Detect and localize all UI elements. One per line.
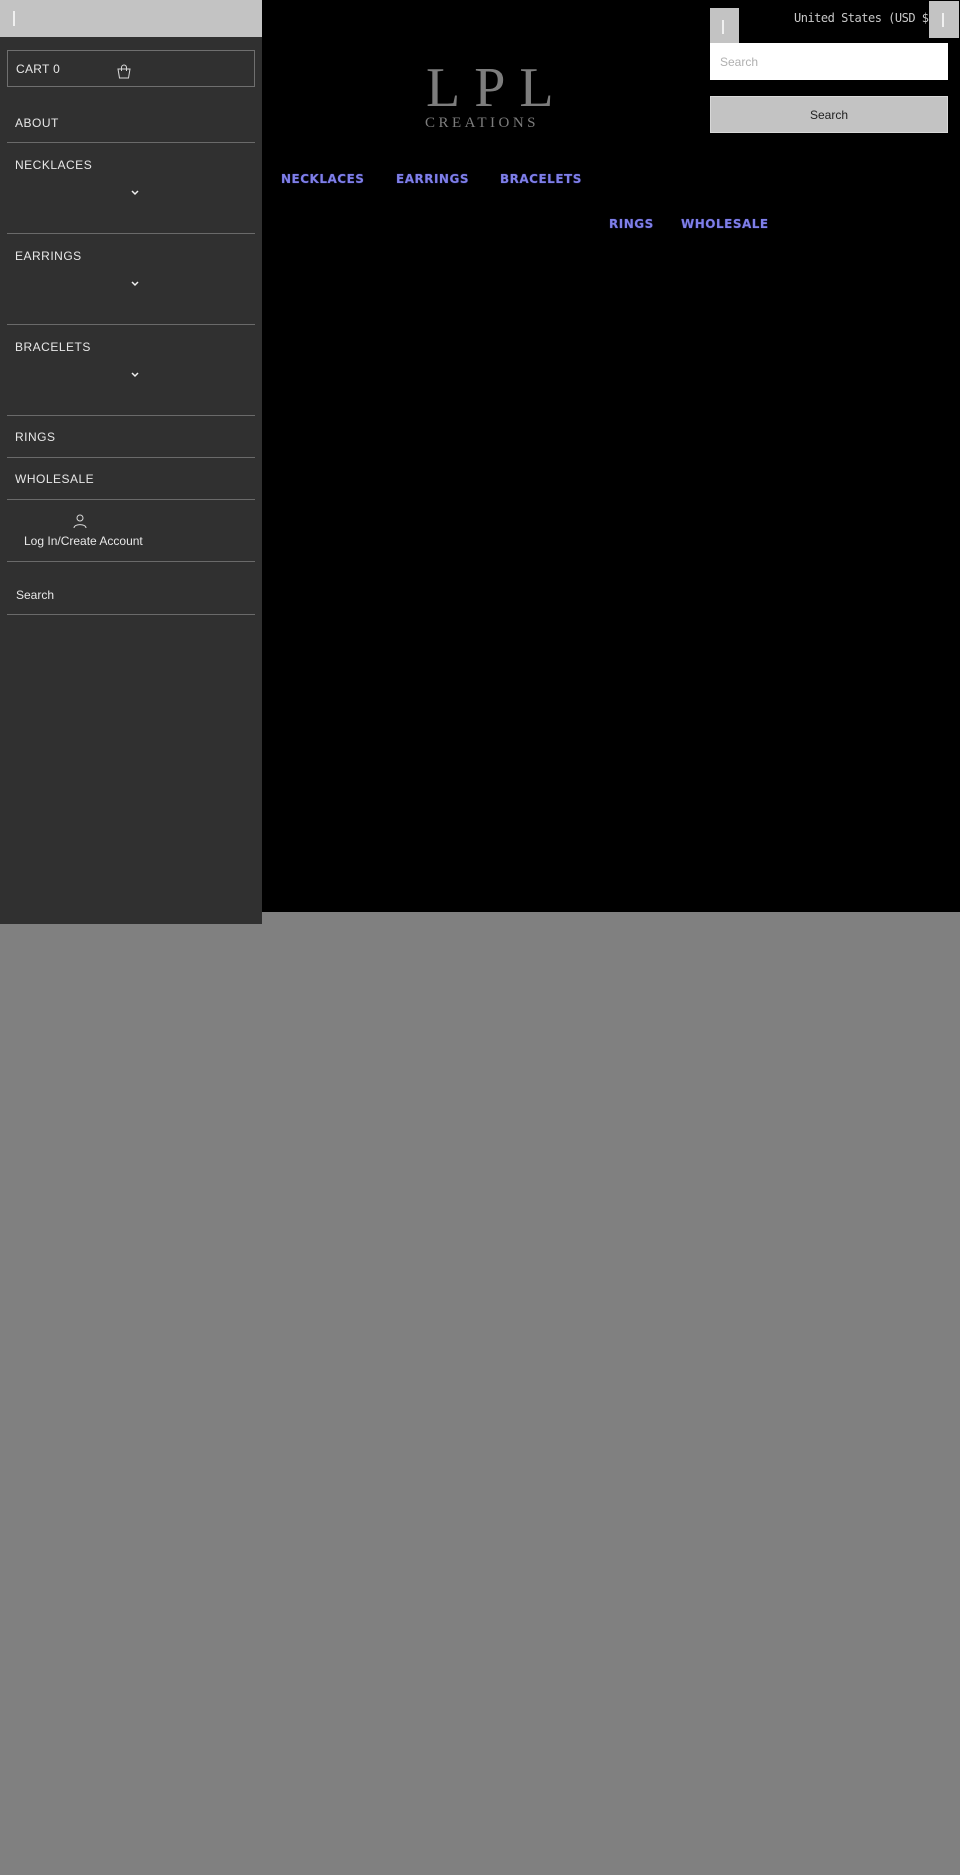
chevron-down-icon[interactable] [130, 371, 140, 379]
sidebar-drawer: CART 0 ABOUT NECKLACES EARRINGS BRACELET… [0, 0, 262, 924]
sidebar-item-label: NECKLACES [15, 158, 93, 172]
user-icon [73, 514, 87, 529]
sidebar-item-about[interactable]: ABOUT [7, 100, 255, 143]
sidebar-item-label: RINGS [15, 430, 56, 444]
currency-selector[interactable]: United States (USD $) [794, 11, 936, 25]
header-area [262, 0, 960, 912]
logo[interactable]: LPL CREATIONS [418, 57, 568, 135]
nav-link-rings[interactable]: RINGS [609, 217, 654, 231]
chevron-down-icon[interactable] [130, 280, 140, 288]
nav-link-earrings[interactable]: EARRINGS [396, 172, 469, 186]
login-label: Log In/Create Account [24, 534, 143, 548]
sidebar-item-label: EARRINGS [15, 249, 82, 263]
sidebar-item-necklaces[interactable]: NECKLACES [7, 143, 255, 234]
logo-sub-text: CREATIONS [424, 115, 539, 131]
logo-main-text: LPL [426, 57, 568, 119]
chevron-down-icon[interactable] [130, 189, 140, 197]
sidebar-close-bar[interactable] [0, 0, 262, 37]
sidebar-item-wholesale[interactable]: WHOLESALE [7, 458, 255, 500]
menu-bar-icon [942, 13, 944, 27]
sidebar-item-rings[interactable]: RINGS [7, 416, 255, 458]
sidebar-item-bracelets[interactable]: BRACELETS [7, 325, 255, 416]
shopping-bag-icon [117, 64, 131, 79]
nav-link-wholesale[interactable]: WHOLESALE [681, 217, 769, 231]
search-button[interactable]: Search [710, 96, 948, 133]
sidebar-item-label: ABOUT [15, 116, 59, 130]
sidebar-item-earrings[interactable]: EARRINGS [7, 234, 255, 325]
nav-link-bracelets[interactable]: BRACELETS [500, 172, 582, 186]
page-overlay [276, 912, 960, 1875]
cart-toggle-button[interactable] [929, 1, 959, 38]
login-link[interactable]: Log In/Create Account [7, 500, 255, 562]
sidebar-item-label: BRACELETS [15, 340, 91, 354]
sidebar-item-label: WHOLESALE [15, 472, 95, 486]
menu-bar-icon [13, 11, 15, 26]
cart-button[interactable]: CART 0 [7, 50, 255, 87]
search-input[interactable] [710, 43, 948, 80]
cart-label: CART 0 [16, 62, 61, 76]
sidebar-search-link[interactable]: Search [7, 562, 255, 615]
menu-bar-icon [722, 20, 724, 34]
nav-link-necklaces[interactable]: NECKLACES [281, 172, 364, 186]
menu-toggle-button[interactable] [710, 8, 739, 45]
sidebar-search-label: Search [16, 588, 55, 602]
